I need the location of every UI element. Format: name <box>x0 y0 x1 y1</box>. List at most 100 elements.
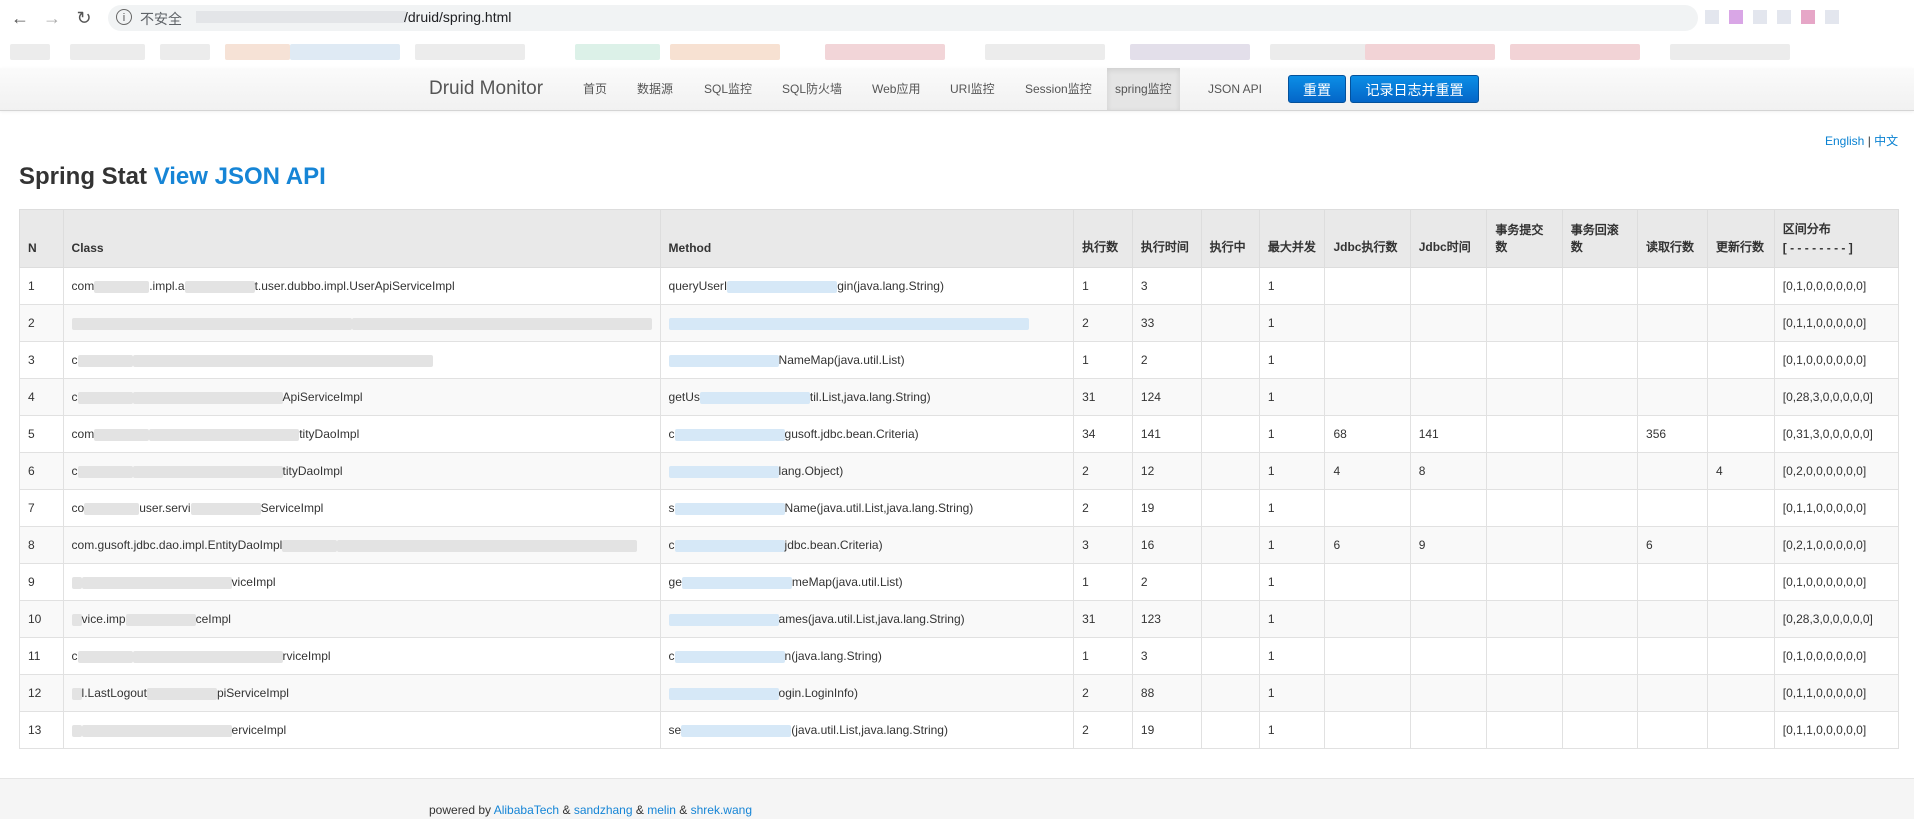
method-text[interactable]: Name(java.util.List,java.lang.String) <box>785 501 974 515</box>
column-header[interactable]: Method <box>659 209 1075 268</box>
view-json-api-link[interactable]: View JSON API <box>154 163 326 190</box>
cell-method[interactable]: queryUserI gin(java.lang.String) <box>659 267 1075 305</box>
cell-method[interactable]: s Name(java.util.List,java.lang.String) <box>659 489 1075 527</box>
footer-link-sandzhang[interactable]: sandzhang <box>574 803 633 817</box>
extension-icon[interactable] <box>1753 10 1767 24</box>
nav-item-json-api[interactable]: JSON API <box>1200 68 1270 110</box>
method-text[interactable]: se <box>669 723 682 737</box>
bookmark-item[interactable] <box>70 44 145 60</box>
nav-item-sql-firewall[interactable]: SQL防火墙 <box>774 68 850 110</box>
method-text[interactable]: n(java.lang.String) <box>785 649 882 663</box>
brand-logo[interactable]: Druid Monitor <box>429 78 543 100</box>
lang-english-link[interactable]: English <box>1825 134 1864 148</box>
bookmark-item[interactable] <box>575 44 660 60</box>
cell-method[interactable]: getUs til.List,java.lang.String) <box>659 378 1075 416</box>
method-text[interactable]: ogin.LoginInfo) <box>779 686 858 700</box>
table-row[interactable]: 12 l.LastLogout piServiceImpl ogin.LoginInf… <box>19 674 1900 712</box>
table-row[interactable]: 7 co user.servi ServiceImpl s Name(java.util.… <box>19 489 1900 527</box>
cell-method[interactable]: ogin.LoginInfo) <box>659 674 1075 712</box>
table-row[interactable]: 6 c tityDaoImpl lang.Object) 2 12 1 4 8 4 [0,2,0,0… <box>19 452 1900 490</box>
method-text[interactable]: gin(java.lang.String) <box>837 279 944 293</box>
nav-item-spring[interactable]: spring监控 <box>1107 68 1180 110</box>
footer-link-shrek-wang[interactable]: shrek.wang <box>691 803 752 817</box>
footer-link-alibabatech[interactable]: AlibabaTech <box>494 803 559 817</box>
nav-item-home[interactable]: 首页 <box>575 68 615 110</box>
table-row[interactable]: 2 2 33 1 [0,1,1,0,0,0,0,0] <box>19 304 1900 342</box>
lang-chinese-link[interactable]: 中文 <box>1874 134 1898 148</box>
bookmark-item[interactable] <box>670 44 780 60</box>
forward-arrow-icon[interactable]: → <box>42 8 62 28</box>
column-header[interactable]: N <box>19 209 64 268</box>
column-header[interactable]: 事务回滚数 <box>1561 209 1639 268</box>
column-header[interactable]: 执行时间 <box>1131 209 1202 268</box>
bookmark-item[interactable] <box>225 44 290 60</box>
column-header[interactable]: Jdbc时间 <box>1409 209 1488 268</box>
bookmark-item[interactable] <box>160 44 210 60</box>
cell-method[interactable]: c gusoft.jdbc.bean.Criteria) <box>659 415 1075 453</box>
bookmark-item[interactable] <box>290 44 400 60</box>
method-text[interactable]: c <box>669 649 675 663</box>
nav-item-session[interactable]: Session监控 <box>1017 68 1100 110</box>
cell-method[interactable]: ge meMap(java.util.List) <box>659 563 1075 601</box>
table-row[interactable]: 5 com tityDaoImpl c gusoft.jdbc.bean.Criteri… <box>19 415 1900 453</box>
method-text[interactable]: ge <box>669 575 682 589</box>
method-text[interactable]: queryUserI <box>669 279 728 293</box>
column-header[interactable]: Jdbc执行数 <box>1324 209 1411 268</box>
table-row[interactable]: 4 c ApiServiceImpl getUs til.List,java.lang.… <box>19 378 1900 416</box>
info-icon[interactable]: i <box>116 9 132 25</box>
column-header[interactable]: 读取行数 <box>1637 209 1708 268</box>
cell-method[interactable]: ames(java.util.List,java.lang.String) <box>659 600 1075 638</box>
cell-method[interactable]: c jdbc.bean.Criteria) <box>659 526 1075 564</box>
bookmark-item[interactable] <box>1510 44 1640 60</box>
extension-icon[interactable] <box>1825 10 1839 24</box>
bookmark-item[interactable] <box>1130 44 1250 60</box>
bookmark-item[interactable] <box>415 44 525 60</box>
bookmark-item[interactable] <box>985 44 1105 60</box>
method-text[interactable]: meMap(java.util.List) <box>792 575 903 589</box>
table-row[interactable]: 10 vice.imp ceImpl ames(java.util.List,java… <box>19 600 1900 638</box>
column-header[interactable]: 事务提交数 <box>1486 209 1563 268</box>
bookmark-item[interactable] <box>10 44 50 60</box>
method-text[interactable]: c <box>669 538 675 552</box>
table-row[interactable]: 3 c NameMap(java.util.List) 1 2 1 [0,1,0,0,0,0… <box>19 341 1900 379</box>
method-text[interactable]: lang.Object) <box>779 464 844 478</box>
bookmark-item[interactable] <box>1670 44 1790 60</box>
column-header[interactable]: 最大并发 <box>1258 209 1326 268</box>
extension-icon[interactable] <box>1801 10 1815 24</box>
table-row[interactable]: 11 c rviceImpl c n(java.lang.String) 1 3 1 [0,1,… <box>19 637 1900 675</box>
nav-item-uri[interactable]: URI监控 <box>942 68 1003 110</box>
extension-icon[interactable] <box>1705 10 1719 24</box>
nav-item-web-app[interactable]: Web应用 <box>864 68 928 110</box>
log-and-reset-button[interactable]: 记录日志并重置 <box>1350 75 1479 103</box>
method-text[interactable]: (java.util.List,java.lang.String) <box>791 723 948 737</box>
bookmark-item[interactable] <box>825 44 945 60</box>
table-row[interactable]: 9 viceImpl ge meMap(java.util.List) 1 2 1 [0,1,… <box>19 563 1900 601</box>
extension-icon[interactable] <box>1729 10 1743 24</box>
column-header[interactable]: 更新行数 <box>1706 209 1775 268</box>
method-text[interactable]: til.List,java.lang.String) <box>810 390 931 404</box>
bookmark-item[interactable] <box>1365 44 1495 60</box>
method-text[interactable]: ames(java.util.List,java.lang.String) <box>779 612 965 626</box>
method-text[interactable]: NameMap(java.util.List) <box>779 353 905 367</box>
cell-method[interactable]: se (java.util.List,java.lang.String) <box>659 711 1075 749</box>
cell-method[interactable]: c n(java.lang.String) <box>659 637 1075 675</box>
method-text[interactable]: getUs <box>669 390 700 404</box>
table-row[interactable]: 13 erviceImpl se (java.util.List,java.lang.… <box>19 711 1900 749</box>
method-text[interactable]: c <box>669 427 675 441</box>
bookmark-item[interactable] <box>1270 44 1380 60</box>
method-text[interactable]: jdbc.bean.Criteria) <box>785 538 883 552</box>
extension-icon[interactable] <box>1777 10 1791 24</box>
cell-method[interactable]: lang.Object) <box>659 452 1075 490</box>
method-text[interactable]: gusoft.jdbc.bean.Criteria) <box>785 427 919 441</box>
cell-method[interactable]: NameMap(java.util.List) <box>659 341 1075 379</box>
cell-method[interactable] <box>659 304 1075 342</box>
column-header[interactable]: 执行数 <box>1073 209 1133 268</box>
table-row[interactable]: 1 com .impl.a t.user.dubbo.impl.UserApiServ… <box>19 267 1900 305</box>
footer-link-melin[interactable]: melin <box>647 803 676 817</box>
reload-icon[interactable]: ↻ <box>74 8 94 28</box>
back-arrow-icon[interactable]: ← <box>10 8 30 28</box>
table-row[interactable]: 8 com.gusoft.jdbc.dao.impl.EntityDaoImpl c… <box>19 526 1900 564</box>
reset-button[interactable]: 重置 <box>1288 75 1346 103</box>
method-text[interactable]: s <box>669 501 675 515</box>
column-header-range[interactable]: 区间分布 [ - - - - - - - - ] <box>1773 209 1900 268</box>
